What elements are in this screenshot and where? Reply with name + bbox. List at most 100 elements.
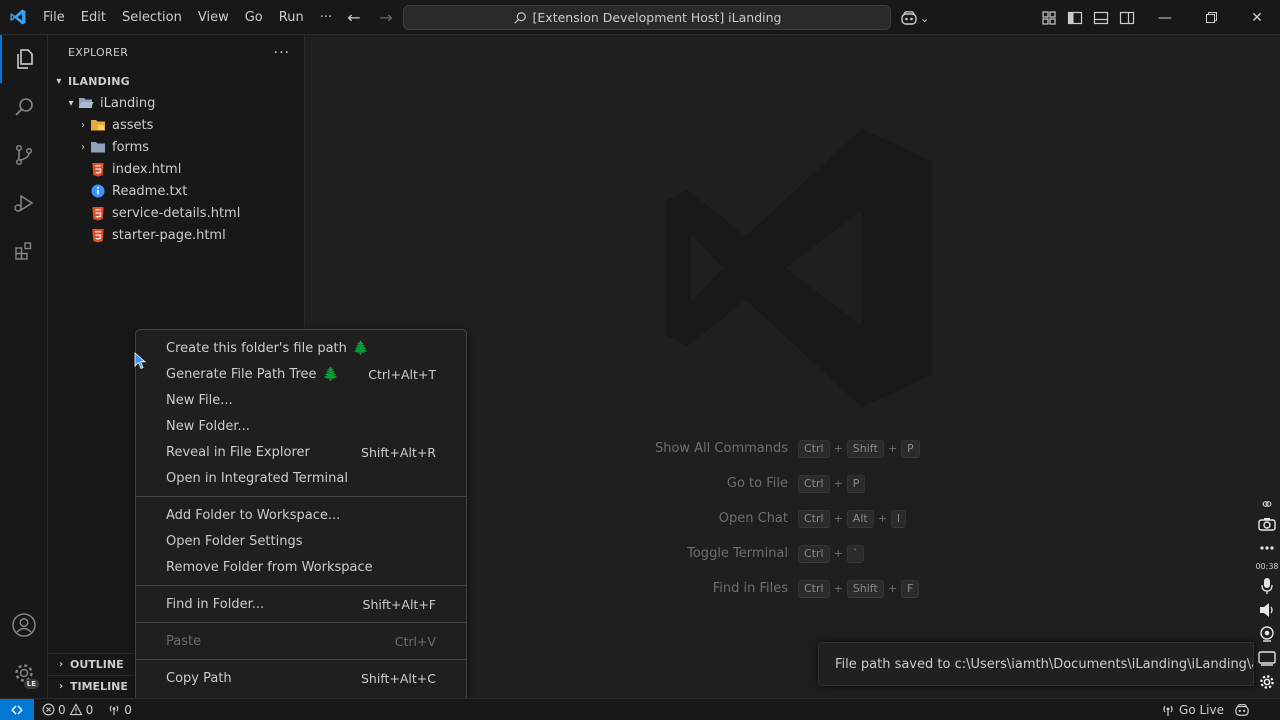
chevron-down-icon: ▾ bbox=[68, 97, 74, 109]
forward-arrow-icon[interactable]: → bbox=[377, 8, 395, 27]
tree-folder-assets[interactable]: › assets bbox=[48, 114, 304, 136]
menu-file[interactable]: File bbox=[35, 0, 73, 35]
source-control-icon[interactable] bbox=[0, 131, 48, 179]
menu-item-reveal-in-file-explorer[interactable]: Reveal in File Explorer Shift+Alt+R bbox=[136, 439, 466, 465]
ports-indicator[interactable]: 0 bbox=[93, 703, 132, 717]
tree-item-label: assets bbox=[112, 117, 154, 133]
welcome-shortcuts: Show All Commands Ctrl + Shift + P Go to File C… bbox=[610, 431, 1030, 606]
toggle-panel-icon[interactable] bbox=[1092, 9, 1110, 27]
microphone-icon[interactable] bbox=[1254, 574, 1280, 598]
keyboard-key: Ctrl bbox=[798, 509, 830, 528]
shortcut-label[interactable]: Toggle Terminal bbox=[610, 546, 798, 561]
menu-selection[interactable]: Selection bbox=[114, 0, 190, 35]
menu-item-left: New Folder... bbox=[166, 419, 250, 434]
menu-item-left: Generate File Path Tree 🌲 bbox=[166, 367, 339, 382]
folder-open-icon bbox=[78, 95, 94, 111]
menu-item-find-in-folder[interactable]: Find in Folder... Shift+Alt+F bbox=[136, 591, 466, 617]
link-icon[interactable] bbox=[1254, 496, 1280, 512]
shortcut-label[interactable]: Open Chat bbox=[610, 511, 798, 526]
menu-item-label: Reveal in File Explorer bbox=[166, 444, 310, 460]
tree-file-readme-txt[interactable]: Readme.txt bbox=[48, 180, 304, 202]
menu-run[interactable]: Run bbox=[271, 0, 312, 35]
copilot-button[interactable]: ⌄ bbox=[900, 8, 929, 28]
tree-folder-ilanding[interactable]: ▾ iLanding bbox=[48, 92, 304, 114]
key-plus: + bbox=[833, 477, 843, 490]
back-arrow-icon[interactable]: ← bbox=[345, 8, 363, 27]
run-debug-icon[interactable] bbox=[0, 179, 48, 227]
menu-item-add-folder-to-workspace[interactable]: Add Folder to Workspace... bbox=[136, 502, 466, 528]
menu-more[interactable]: ··· bbox=[312, 0, 340, 35]
tree-folder-forms[interactable]: › forms bbox=[48, 136, 304, 158]
more-vertical-icon[interactable] bbox=[1254, 536, 1280, 560]
minimize-icon[interactable]: — bbox=[1142, 0, 1188, 35]
explorer-context-menu: Create this folder's file path 🌲 Generate … bbox=[135, 329, 467, 720]
layout-controls bbox=[1040, 0, 1136, 35]
menu-separator bbox=[136, 585, 466, 586]
assets-folder-icon bbox=[90, 117, 106, 133]
menu-item-remove-folder-from-workspace[interactable]: Remove Folder from Workspace bbox=[136, 554, 466, 580]
menu-item-left: Open in Integrated Terminal bbox=[166, 471, 348, 486]
copilot-icon[interactable] bbox=[1234, 703, 1250, 717]
shortcut-row: Toggle Terminal Ctrl + ` bbox=[610, 536, 1030, 571]
menu-item-new-file[interactable]: New File... bbox=[136, 387, 466, 413]
menu-item-open-folder-settings[interactable]: Open Folder Settings bbox=[136, 528, 466, 554]
keyboard-key: Ctrl bbox=[798, 544, 830, 563]
title-bar: File Edit Selection View Go Run ··· ← → [Exten… bbox=[0, 0, 1280, 35]
toggle-secondary-sidebar-icon[interactable] bbox=[1118, 9, 1136, 27]
menu-item-new-folder[interactable]: New Folder... bbox=[136, 413, 466, 439]
status-bar-right: Go Live bbox=[1161, 699, 1280, 720]
broadcast-icon bbox=[110, 705, 119, 716]
keyboard-key: I bbox=[890, 509, 907, 528]
vscode-watermark-icon bbox=[664, 128, 932, 408]
menu-item-copy-path[interactable]: Copy Path Shift+Alt+C bbox=[136, 665, 466, 691]
restore-icon[interactable] bbox=[1188, 0, 1234, 35]
toggle-primary-sidebar-icon[interactable] bbox=[1066, 9, 1084, 27]
customize-layout-icon[interactable] bbox=[1040, 9, 1058, 27]
key-plus: + bbox=[877, 512, 887, 525]
shortcut-label[interactable]: Go to File bbox=[610, 476, 798, 491]
search-icon[interactable] bbox=[0, 83, 48, 131]
settings-gear-icon[interactable] bbox=[1254, 670, 1280, 694]
speaker-icon[interactable] bbox=[1254, 598, 1280, 622]
shortcut-row: Find in Files Ctrl + Shift + F bbox=[610, 571, 1030, 606]
tree-file-service-details-html[interactable]: service-details.html bbox=[48, 202, 304, 224]
camera-icon[interactable] bbox=[1254, 512, 1280, 536]
explorer-icon[interactable] bbox=[0, 35, 48, 83]
explorer-title: EXPLORER bbox=[68, 46, 129, 59]
shortcut-keys: Ctrl + Shift + P bbox=[798, 439, 920, 458]
menu-item-generate-file-path-tree[interactable]: Generate File Path Tree 🌲 Ctrl+Alt+T bbox=[136, 361, 466, 387]
menu-item-open-in-integrated-terminal[interactable]: Open in Integrated Terminal bbox=[136, 465, 466, 491]
workspace-root[interactable]: ▾ ILANDING bbox=[48, 70, 304, 92]
menu-edit[interactable]: Edit bbox=[73, 0, 114, 35]
shortcut-label[interactable]: Find in Files bbox=[610, 581, 798, 596]
menu-item-shortcut: Ctrl+V bbox=[394, 633, 436, 649]
remote-indicator[interactable] bbox=[0, 698, 34, 720]
menu-item-left: Open Folder Settings bbox=[166, 534, 302, 549]
menu-item-paste: Paste Ctrl+V bbox=[136, 628, 466, 654]
tree-file-starter-page-html[interactable]: starter-page.html bbox=[48, 224, 304, 246]
webcam-icon[interactable] bbox=[1254, 622, 1280, 646]
menu-bar: File Edit Selection View Go Run ··· bbox=[35, 0, 340, 35]
chevron-down-icon: ▾ bbox=[56, 75, 62, 87]
menu-item-create-this-folder-s-file-path[interactable]: Create this folder's file path 🌲 bbox=[136, 335, 466, 361]
command-center-search[interactable]: [Extension Development Host] iLanding bbox=[403, 5, 891, 30]
pine-tree-icon: 🌲 bbox=[352, 340, 370, 356]
go-live-button[interactable]: Go Live bbox=[1161, 703, 1224, 717]
menu-go[interactable]: Go bbox=[237, 0, 271, 35]
navigation-arrows: ← → bbox=[345, 0, 395, 35]
screen-icon[interactable] bbox=[1254, 646, 1280, 670]
keyboard-key: Ctrl bbox=[798, 439, 830, 458]
account-icon[interactable] bbox=[0, 601, 48, 649]
notification-toast[interactable]: File path saved to c:\Users\iamth\Docume… bbox=[818, 642, 1254, 686]
problems-indicator[interactable]: 0 0 bbox=[34, 703, 93, 717]
keyboard-key: Shift bbox=[846, 579, 884, 598]
more-actions-icon[interactable]: ··· bbox=[274, 45, 290, 61]
extensions-icon[interactable] bbox=[0, 227, 48, 275]
search-icon bbox=[513, 11, 526, 24]
tree-file-index-html[interactable]: index.html bbox=[48, 158, 304, 180]
menu-view[interactable]: View bbox=[190, 0, 237, 35]
shortcut-label[interactable]: Show All Commands bbox=[610, 441, 798, 456]
key-plus: + bbox=[833, 582, 843, 595]
manage-gear-icon[interactable]: LE bbox=[0, 649, 48, 697]
close-icon[interactable]: ✕ bbox=[1234, 0, 1280, 35]
